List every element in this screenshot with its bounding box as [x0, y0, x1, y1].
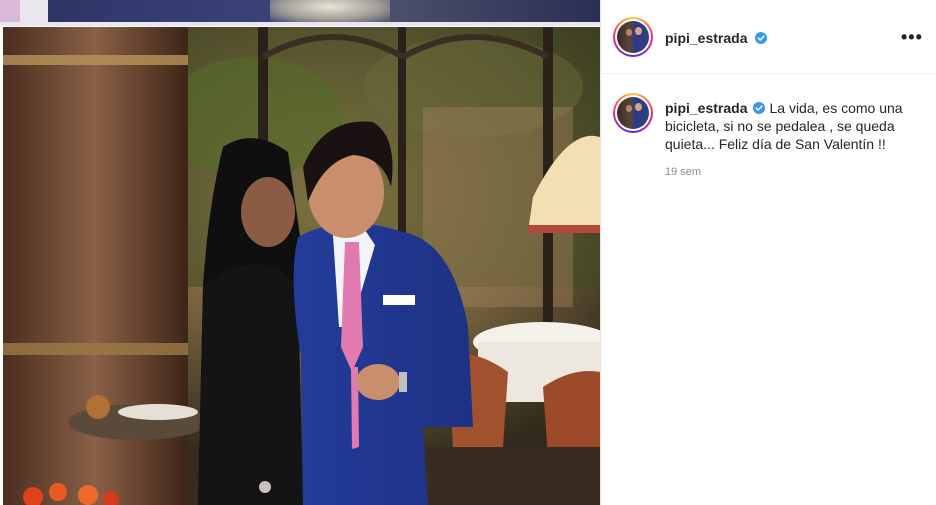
header-divider: [601, 73, 936, 74]
photo-scene: [3, 27, 600, 505]
verified-badge-icon: [755, 32, 768, 44]
more-options-icon[interactable]: •••: [901, 27, 922, 47]
post-timestamp[interactable]: 19 sem: [665, 166, 701, 178]
post-header: pipi_estrada •••: [601, 0, 936, 73]
post-photo[interactable]: [3, 27, 600, 505]
previous-post-strip: [0, 0, 600, 26]
header-username[interactable]: pipi_estrada: [665, 30, 747, 46]
caption-username[interactable]: pipi_estrada: [665, 100, 747, 116]
verified-badge-icon: [753, 102, 766, 114]
header-username-row: pipi_estrada: [665, 30, 768, 46]
panel-divider: [600, 0, 601, 505]
caption-text: pipi_estrada La vida, es como una bicicl…: [665, 99, 915, 153]
caption-avatar[interactable]: [613, 93, 653, 133]
header-avatar[interactable]: [613, 17, 653, 57]
